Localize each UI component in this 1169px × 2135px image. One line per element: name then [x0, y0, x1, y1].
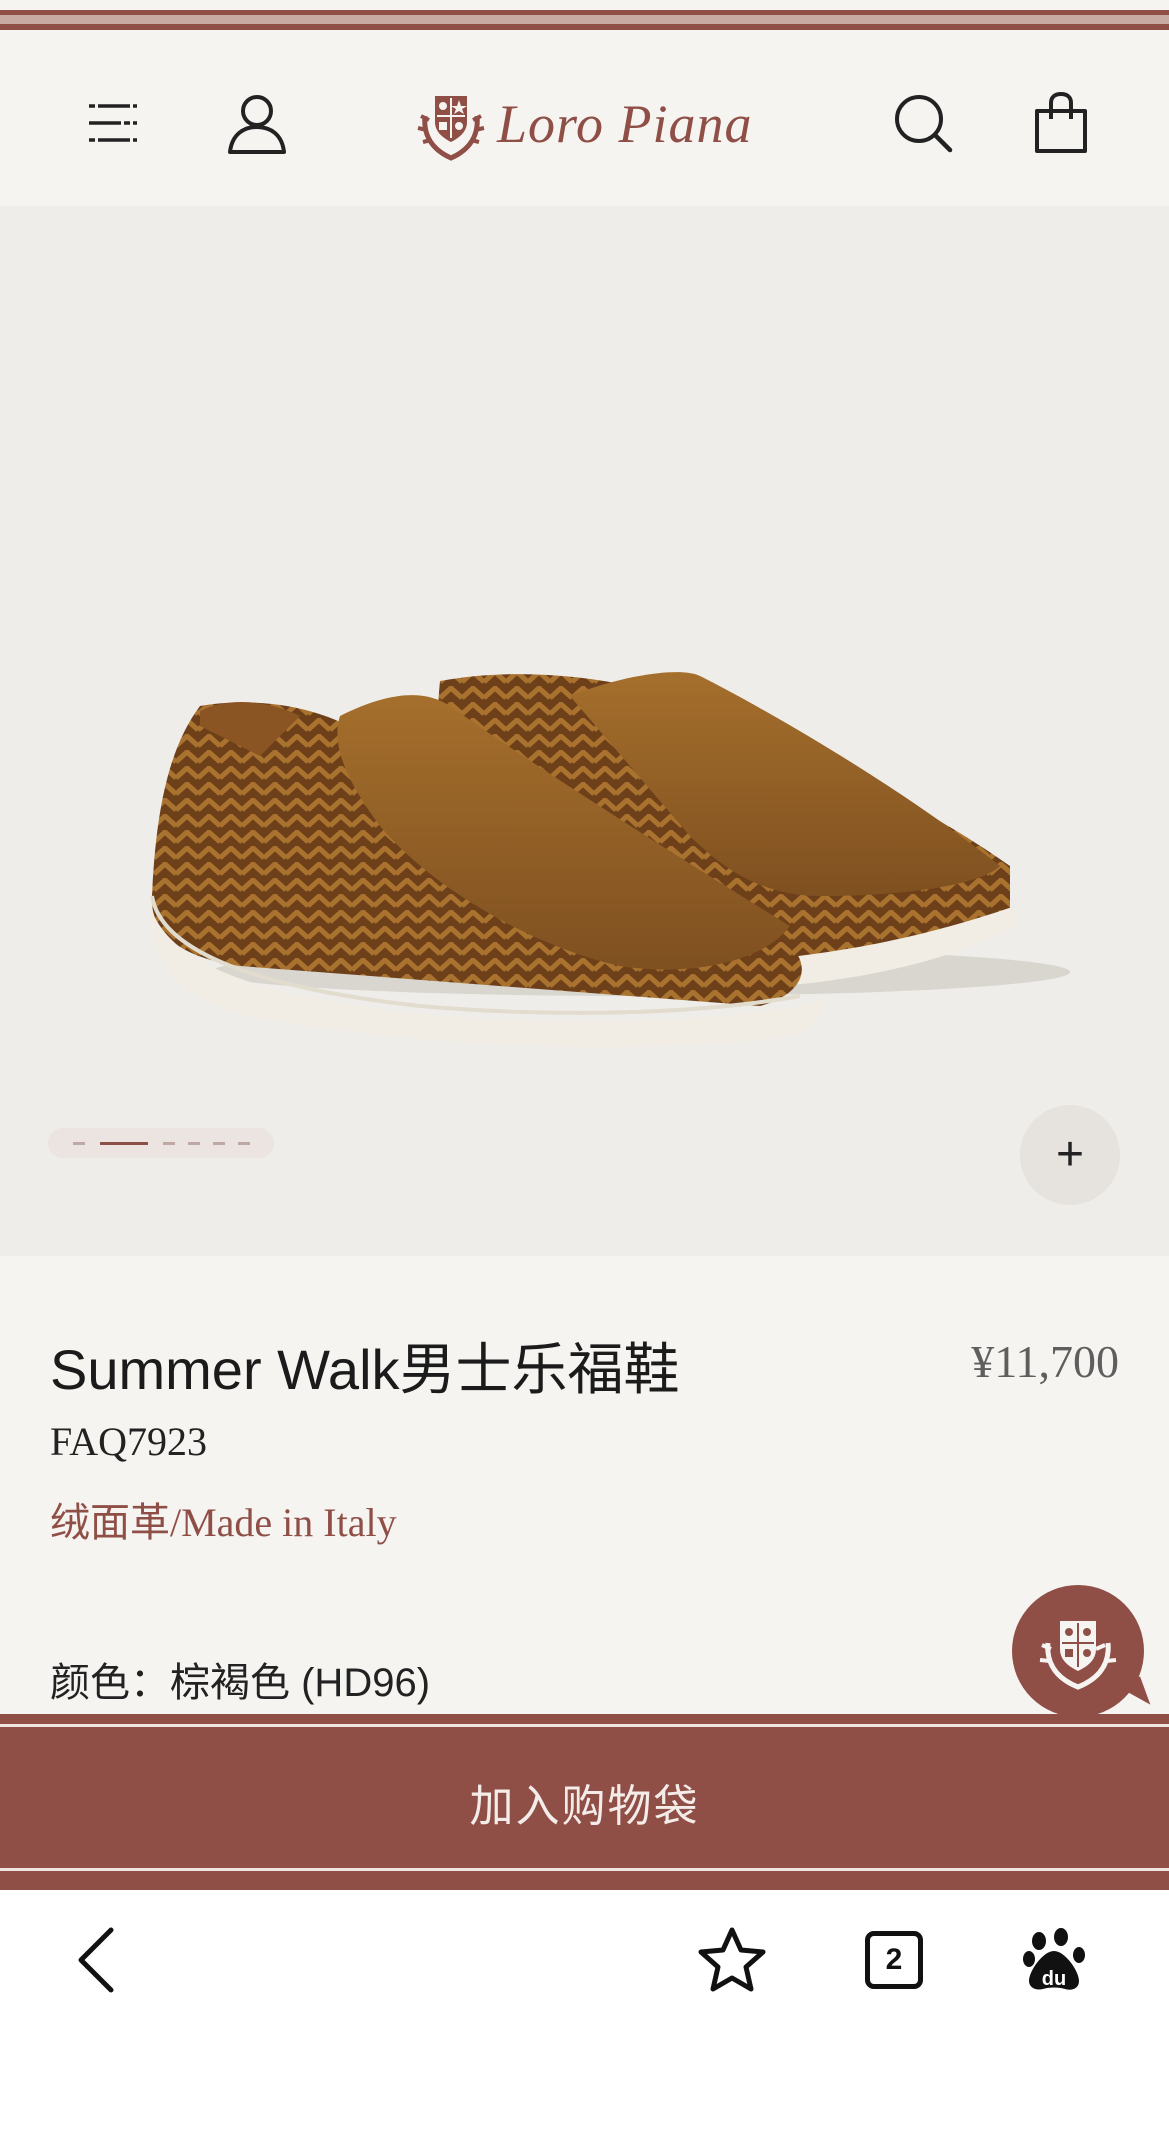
- pagination-dot[interactable]: [213, 1142, 225, 1145]
- color-selector[interactable]: 颜色：棕褐色 (HD96): [50, 1650, 430, 1708]
- product-image[interactable]: +: [0, 206, 1169, 1256]
- pagination-dot[interactable]: [238, 1142, 250, 1145]
- menu-icon[interactable]: [78, 88, 148, 158]
- logo-text: Loro Piana: [497, 94, 753, 154]
- baidu-paw-icon[interactable]: du: [1014, 1920, 1094, 2000]
- brand-crest-icon: [417, 96, 485, 161]
- product-sku: FAQ7923: [50, 1419, 208, 1464]
- add-to-bag-button[interactable]: 加入购物袋: [0, 1714, 1169, 1890]
- pagination-dot[interactable]: [188, 1142, 200, 1145]
- svg-text:du: du: [1042, 1968, 1066, 1990]
- tab-count: 2: [865, 1931, 923, 1989]
- zoom-button[interactable]: +: [1020, 1105, 1120, 1205]
- account-icon[interactable]: [222, 88, 292, 158]
- color-label: 颜色：: [50, 1661, 170, 1705]
- brand-crest-icon: [1039, 1621, 1117, 1690]
- brand-logo[interactable]: Loro Piana: [415, 74, 755, 174]
- search-icon[interactable]: [888, 88, 958, 158]
- product-price: ¥11,700: [971, 1336, 1119, 1387]
- site-header: Loro Piana: [0, 38, 1169, 206]
- pagination-dot[interactable]: [163, 1142, 175, 1145]
- browser-toolbar: [0, 1890, 1169, 2135]
- stripe-band: [0, 15, 1169, 24]
- back-icon[interactable]: [56, 1920, 136, 2000]
- color-value: 棕褐色 (HD96): [170, 1661, 431, 1705]
- pagination-dot-active[interactable]: [100, 1142, 148, 1145]
- product-title: Summer Walk男士乐福鞋: [50, 1338, 680, 1401]
- divider-line: [0, 1868, 1169, 1871]
- shopping-bag-icon[interactable]: [1026, 88, 1096, 158]
- tabs-icon[interactable]: 2: [854, 1920, 934, 2000]
- favorite-star-icon[interactable]: [692, 1920, 772, 2000]
- loafer-shoes-image: [150, 672, 1070, 1048]
- divider-line: [0, 1724, 1169, 1727]
- plus-icon: +: [1055, 1128, 1085, 1181]
- add-to-bag-label: 加入购物袋: [469, 1782, 700, 1831]
- chat-button[interactable]: [1012, 1585, 1144, 1717]
- product-material: 绒面革/Made in Italy: [50, 1500, 397, 1545]
- stripe-line: [0, 24, 1169, 30]
- top-stripe: [0, 0, 1169, 38]
- pagination-dot[interactable]: [73, 1142, 85, 1145]
- image-pagination: [48, 1128, 274, 1158]
